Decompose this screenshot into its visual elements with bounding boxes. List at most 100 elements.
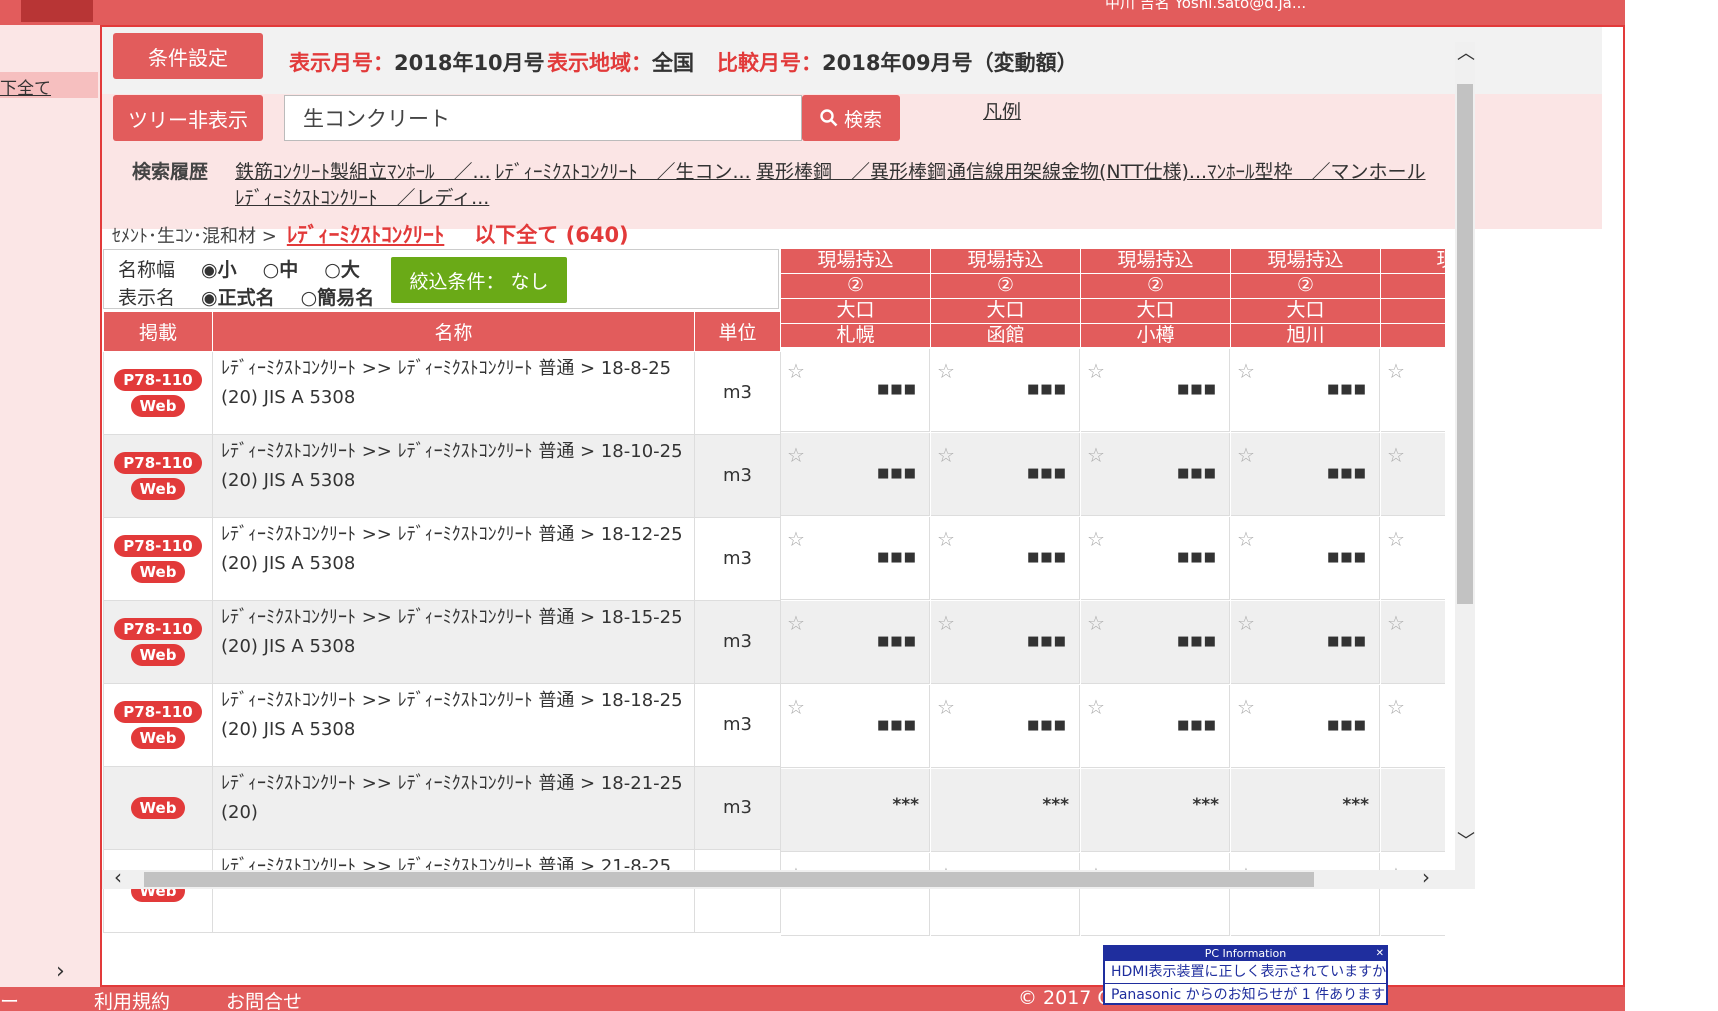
price-cell[interactable]: ☆: [1381, 433, 1445, 516]
name-cell[interactable]: ﾚﾃﾞｨｰﾐｸｽﾄｺﾝｸﾘｰﾄ >> ﾚﾃﾞｨｰﾐｸｽﾄｺﾝｸﾘｰﾄ 普通 > …: [212, 766, 695, 850]
name-cell[interactable]: ﾚﾃﾞｨｰﾐｸｽﾄｺﾝｸﾘｰﾄ >> ﾚﾃﾞｨｰﾐｸｽﾄｺﾝｸﾘｰﾄ 普通 > …: [212, 434, 695, 518]
horizontal-scrollbar[interactable]: [102, 870, 1475, 889]
price-cell[interactable]: ☆: [1081, 853, 1230, 936]
col-name[interactable]: 名称: [212, 311, 695, 352]
conditions-button[interactable]: 条件設定: [113, 33, 263, 79]
star-icon[interactable]: ☆: [1087, 359, 1105, 383]
search-button[interactable]: 検索: [802, 95, 900, 141]
price-cell[interactable]: ☆ ■■■: [1081, 685, 1230, 768]
price-cell[interactable]: ☆ ■■■: [1231, 349, 1380, 432]
filter-button[interactable]: 絞込条件： なし: [391, 257, 567, 303]
price-cell[interactable]: ***: [781, 769, 930, 852]
col-listed[interactable]: 掲載: [103, 311, 213, 352]
web-badge[interactable]: Web: [130, 797, 186, 819]
page-badge[interactable]: P78-110: [114, 452, 202, 474]
price-cell[interactable]: ☆: [781, 853, 930, 936]
horizontal-scroll-thumb[interactable]: [144, 872, 1314, 887]
table-row[interactable]: P78-110 Web ﾚﾃﾞｨｰﾐｸｽﾄｺﾝｸﾘｰﾄ >> ﾚﾃﾞｨｰﾐｸｽﾄｺﾝ…: [103, 434, 781, 518]
price-cell[interactable]: ***: [1231, 769, 1380, 852]
price-cell[interactable]: ☆: [1381, 349, 1445, 432]
region-column-header[interactable]: 現場持込 ② 大口 旭川: [1231, 249, 1380, 347]
price-cell[interactable]: [1381, 769, 1445, 852]
star-icon[interactable]: ☆: [787, 527, 805, 551]
web-badge[interactable]: Web: [130, 395, 186, 417]
table-row[interactable]: P78-110 Web ﾚﾃﾞｨｰﾐｸｽﾄｺﾝｸﾘｰﾄ >> ﾚﾃﾞｨｰﾐｸｽﾄｺﾝ…: [103, 683, 781, 767]
star-icon[interactable]: ☆: [1087, 695, 1105, 719]
price-cell[interactable]: ☆ ■■■: [931, 517, 1080, 600]
price-cell[interactable]: ☆: [1381, 601, 1445, 684]
star-icon[interactable]: ☆: [1387, 359, 1405, 383]
history-item-6[interactable]: ﾚﾃﾞｨｰﾐｸｽﾄｺﾝｸﾘｰﾄ ／レディ...: [235, 183, 489, 210]
vertical-scroll-thumb[interactable]: [1457, 84, 1473, 604]
price-cell[interactable]: ☆ ■■■: [931, 685, 1080, 768]
history-item-5[interactable]: ﾏﾝﾎｰﾙ型枠 ／マンホール: [1207, 157, 1426, 184]
scroll-right-icon[interactable]: ›: [1422, 865, 1430, 889]
history-item-4[interactable]: 通信線用架線金物(NTT仕様)...: [947, 157, 1207, 184]
star-icon[interactable]: ☆: [787, 611, 805, 635]
star-icon[interactable]: ☆: [1387, 527, 1405, 551]
region-column-header[interactable]: 現場持込 ② 大口 小樽: [1081, 249, 1230, 347]
star-icon[interactable]: ☆: [937, 695, 955, 719]
page-badge[interactable]: P78-110: [114, 535, 202, 557]
star-icon[interactable]: ☆: [1237, 359, 1255, 383]
price-cell[interactable]: ☆ ■■■: [781, 433, 930, 516]
star-icon[interactable]: ☆: [1237, 695, 1255, 719]
price-cell[interactable]: ☆ ■■■: [1231, 433, 1380, 516]
width-large-radio[interactable]: ○大: [324, 255, 360, 282]
star-icon[interactable]: ☆: [1237, 611, 1255, 635]
star-icon[interactable]: ☆: [1387, 443, 1405, 467]
name-cell[interactable]: ﾚﾃﾞｨｰﾐｸｽﾄｺﾝｸﾘｰﾄ >> ﾚﾃﾞｨｰﾐｸｽﾄｺﾝｸﾘｰﾄ 普通 > …: [212, 351, 695, 435]
price-cell[interactable]: ☆ ■■■: [931, 349, 1080, 432]
price-cell[interactable]: ☆: [931, 853, 1080, 936]
search-input[interactable]: 生コンクリート: [284, 95, 802, 141]
star-icon[interactable]: ☆: [787, 359, 805, 383]
region-column-header[interactable]: 現場持込 ② 大口 函館: [931, 249, 1080, 347]
web-badge[interactable]: Web: [130, 727, 186, 749]
name-simple-radio[interactable]: ○簡易名: [301, 283, 375, 310]
top-tab[interactable]: [21, 0, 93, 22]
breadcrumb-parent[interactable]: ｾﾒﾝﾄ･生ｺﾝ･混和材 >: [112, 222, 277, 248]
price-cell[interactable]: ☆: [1381, 853, 1445, 936]
price-cell[interactable]: ☆ ■■■: [781, 601, 930, 684]
breadcrumb-current[interactable]: ﾚﾃﾞｨｰﾐｸｽﾄｺﾝｸﾘｰﾄ: [287, 219, 445, 249]
region-column-header[interactable]: 現場持込 ② 大口 札幌: [781, 249, 930, 347]
web-badge[interactable]: Web: [130, 644, 186, 666]
tree-selected-label[interactable]: 下全て: [0, 74, 51, 99]
price-cell[interactable]: ☆ ■■■: [931, 601, 1080, 684]
scroll-down-icon[interactable]: ﹀: [1457, 827, 1475, 853]
price-cell[interactable]: ☆ ■■■: [931, 433, 1080, 516]
page-badge[interactable]: P78-110: [114, 369, 202, 391]
chevron-right-icon[interactable]: ›: [56, 959, 65, 984]
star-icon[interactable]: ☆: [937, 611, 955, 635]
footer-left-fragment[interactable]: ー: [0, 987, 19, 1011]
price-cell[interactable]: ☆ ■■■: [1231, 601, 1380, 684]
pc-information-popup[interactable]: PC Information ✕ HDMI表示装置に正しく表示されていますか Pa…: [1103, 945, 1388, 1005]
legend-link[interactable]: 凡例: [983, 97, 1021, 124]
price-cell[interactable]: ***: [931, 769, 1080, 852]
price-cell[interactable]: ***: [1081, 769, 1230, 852]
star-icon[interactable]: ☆: [1387, 611, 1405, 635]
tree-selected-item[interactable]: 下全て: [0, 72, 98, 99]
table-row[interactable]: P78-110 Web ﾚﾃﾞｨｰﾐｸｽﾄｺﾝｸﾘｰﾄ >> ﾚﾃﾞｨｰﾐｸｽﾄｺﾝ…: [103, 600, 781, 684]
price-cell[interactable]: ☆ ■■■: [781, 517, 930, 600]
price-cell[interactable]: ☆: [1231, 853, 1380, 936]
scroll-up-icon[interactable]: ︿: [1457, 39, 1475, 65]
web-badge[interactable]: Web: [130, 478, 186, 500]
name-cell[interactable]: ﾚﾃﾞｨｰﾐｸｽﾄｺﾝｸﾘｰﾄ >> ﾚﾃﾞｨｰﾐｸｽﾄｺﾝｸﾘｰﾄ 普通 > …: [212, 849, 695, 933]
history-item-2[interactable]: ﾚﾃﾞｨｰﾐｸｽﾄｺﾝｸﾘｰﾄ ／生コン...: [495, 157, 751, 184]
star-icon[interactable]: ☆: [1087, 443, 1105, 467]
price-cell[interactable]: ☆ ■■■: [1231, 517, 1380, 600]
tree-toggle-button[interactable]: ツリー非表示: [113, 95, 263, 141]
name-cell[interactable]: ﾚﾃﾞｨｰﾐｸｽﾄｺﾝｸﾘｰﾄ >> ﾚﾃﾞｨｰﾐｸｽﾄｺﾝｸﾘｰﾄ 普通 > …: [212, 517, 695, 601]
table-row[interactable]: Web ﾚﾃﾞｨｰﾐｸｽﾄｺﾝｸﾘｰﾄ >> ﾚﾃﾞｨｰﾐｸｽﾄｺﾝｸﾘｰﾄ 普通…: [103, 849, 781, 933]
price-cell[interactable]: ☆ ■■■: [781, 685, 930, 768]
web-badge[interactable]: Web: [130, 561, 186, 583]
star-icon[interactable]: ☆: [1087, 611, 1105, 635]
name-cell[interactable]: ﾚﾃﾞｨｰﾐｸｽﾄｺﾝｸﾘｰﾄ >> ﾚﾃﾞｨｰﾐｸｽﾄｺﾝｸﾘｰﾄ 普通 > …: [212, 600, 695, 684]
star-icon[interactable]: ☆: [787, 695, 805, 719]
page-badge[interactable]: P78-110: [114, 618, 202, 640]
price-cell[interactable]: ☆ ■■■: [781, 349, 930, 432]
price-cell[interactable]: ☆ ■■■: [1081, 433, 1230, 516]
star-icon[interactable]: ☆: [1237, 443, 1255, 467]
star-icon[interactable]: ☆: [787, 443, 805, 467]
